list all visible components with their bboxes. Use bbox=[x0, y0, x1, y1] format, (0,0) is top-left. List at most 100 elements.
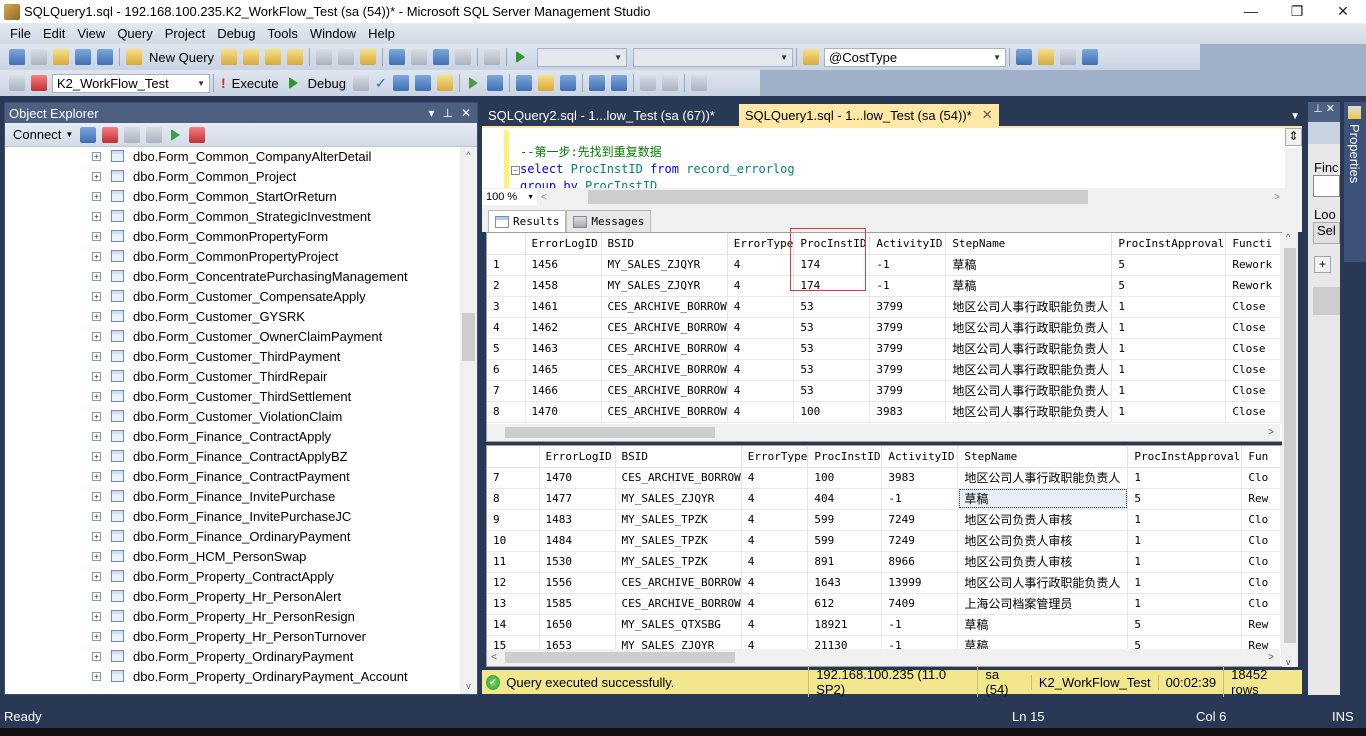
column-header[interactable]: StepName bbox=[957, 446, 1129, 468]
tree-node-table[interactable]: + dbo.Form_Customer_OwnerClaimPayment bbox=[5, 326, 477, 346]
tree-node-table[interactable]: + dbo.Form_Finance_ContractApplyBZ bbox=[5, 446, 477, 466]
filter-icon[interactable] bbox=[146, 126, 163, 143]
grid-cell[interactable]: 1 bbox=[1111, 338, 1227, 360]
restore-button[interactable]: ❐ bbox=[1274, 0, 1320, 23]
grid-cell[interactable]: Rework bbox=[1225, 254, 1287, 276]
results-grid-1[interactable]: ErrorLogID BSID ErrorType ProcInstID Activit… bbox=[486, 232, 1298, 442]
row-number[interactable]: 11 bbox=[487, 551, 540, 573]
grid-cell[interactable]: 1530 bbox=[539, 551, 616, 573]
column-header[interactable]: BSID bbox=[615, 446, 742, 468]
zoom-combo[interactable]: 100 % ▼ bbox=[482, 189, 537, 205]
pin-icon[interactable]: ⊥ bbox=[442, 106, 452, 120]
grid-cell[interactable]: Clo bbox=[1241, 551, 1283, 573]
scroll-down-icon[interactable]: v bbox=[460, 678, 477, 694]
cancel-query-icon[interactable] bbox=[352, 75, 369, 91]
expand-plus-icon[interactable]: + bbox=[92, 631, 101, 641]
expand-plus-icon[interactable]: + bbox=[92, 191, 101, 201]
table-row[interactable]: 5 1463 CES_ARCHIVE_BORROW 4 53 3799 地区公司人事行政职能… bbox=[487, 338, 1287, 360]
column-header[interactable]: ErrorLogID bbox=[525, 233, 602, 255]
scroll-right-icon[interactable]: > bbox=[1268, 649, 1274, 666]
row-number[interactable]: 14 bbox=[487, 614, 540, 636]
menu-file[interactable]: File bbox=[4, 26, 37, 41]
grid-cell[interactable]: 1477 bbox=[539, 488, 616, 510]
grid-cell[interactable]: 草稿 bbox=[957, 488, 1129, 510]
tree-node-table[interactable]: + dbo.Form_Common_StrategicInvestment bbox=[5, 206, 477, 226]
uncomment-lines-icon[interactable] bbox=[610, 75, 627, 91]
grid-cell[interactable]: 地区公司负责人审核 bbox=[957, 530, 1129, 552]
expand-plus-icon[interactable]: + bbox=[92, 451, 101, 461]
table-row[interactable]: 7 1470 CES_ARCHIVE_BORROW 4 100 3983 地区公司人事行政职… bbox=[487, 467, 1283, 489]
scrollbar-thumb[interactable] bbox=[462, 313, 475, 361]
grid-cell[interactable]: 4 bbox=[741, 551, 809, 573]
grid-cell[interactable]: 4 bbox=[741, 572, 809, 594]
scrollbar-thumb[interactable] bbox=[505, 652, 735, 663]
grid-cell[interactable]: Clo bbox=[1241, 530, 1283, 552]
row-number[interactable]: 3 bbox=[487, 296, 526, 318]
grid-cell[interactable]: MY_SALES_ZJQYR bbox=[601, 254, 728, 276]
solution-config-combo[interactable]: ▼ bbox=[537, 47, 628, 67]
comment-lines-icon[interactable] bbox=[588, 75, 605, 91]
grid-cell[interactable]: 7249 bbox=[881, 509, 959, 531]
activity-monitor-icon[interactable] bbox=[484, 49, 501, 65]
expand-plus-icon[interactable]: + bbox=[92, 411, 101, 421]
new-project-icon[interactable] bbox=[9, 49, 25, 65]
table-row[interactable]: 10 1484 MY_SALES_TPZK 4 599 7249 地区公司负责人审核 1 Clo bbox=[487, 530, 1283, 552]
grid-cell[interactable]: 3983 bbox=[881, 467, 959, 489]
grid-cell[interactable]: 3983 bbox=[869, 401, 947, 423]
column-header[interactable] bbox=[487, 233, 526, 255]
menu-debug[interactable]: Debug bbox=[211, 26, 261, 41]
table-row[interactable]: 14 1650 MY_SALES_QTXSBG 4 18921 -1 草稿 5 Rew bbox=[487, 614, 1283, 636]
table-row[interactable]: 13 1585 CES_ARCHIVE_BORROW 4 612 7409 上海公司档案管理… bbox=[487, 593, 1283, 615]
scroll-down-icon[interactable]: v bbox=[1286, 657, 1291, 667]
grid-cell[interactable]: 地区公司负责人审核 bbox=[957, 509, 1129, 531]
grid-cell[interactable]: 3799 bbox=[869, 317, 947, 339]
grid-cell[interactable]: MY_SALES_TPZK bbox=[615, 530, 742, 552]
grid-cell[interactable]: 4 bbox=[727, 380, 795, 402]
grid-cell[interactable]: 地区公司人事行政职能负责人 bbox=[957, 572, 1129, 594]
tab-sqlquery2[interactable]: SQLQuery2.sql - 1...low_Test (sa (67))* bbox=[482, 104, 721, 126]
pin-icon[interactable]: ⊥ bbox=[1313, 103, 1323, 115]
grid-cell[interactable]: 1484 bbox=[539, 530, 616, 552]
grid-cell[interactable]: 53 bbox=[793, 338, 871, 360]
expand-plus-icon[interactable]: + bbox=[92, 291, 101, 301]
grid-cell[interactable]: 1 bbox=[1111, 401, 1227, 423]
grid-cell[interactable]: 4 bbox=[727, 296, 795, 318]
grid-cell[interactable]: 1466 bbox=[525, 380, 602, 402]
object-explorer-details-icon[interactable] bbox=[1082, 49, 1099, 65]
grid-cell[interactable]: 1465 bbox=[525, 359, 602, 381]
grid-cell[interactable]: 草稿 bbox=[945, 275, 1113, 297]
connect-icon[interactable] bbox=[9, 75, 25, 91]
window-position-dropdown-icon[interactable]: ▾ bbox=[428, 106, 434, 120]
menu-query[interactable]: Query bbox=[111, 26, 158, 41]
tab-list-dropdown-icon[interactable]: ▼ bbox=[1290, 111, 1304, 126]
grid-cell[interactable]: 1458 bbox=[525, 275, 602, 297]
tree-node-table[interactable]: + dbo.Form_Property_Hr_PersonResign bbox=[5, 606, 477, 626]
grid-cell[interactable]: 7249 bbox=[881, 530, 959, 552]
grid-cell[interactable]: 4 bbox=[741, 530, 809, 552]
object-explorer-scrollbar[interactable]: ^ v bbox=[460, 147, 477, 694]
grid-cell[interactable]: 1 bbox=[1127, 509, 1243, 531]
grid-cell[interactable]: 地区公司人事行政职能负责人 bbox=[945, 317, 1113, 339]
grid-cell[interactable]: MY_SALES_ZJQYR bbox=[601, 275, 728, 297]
results-pane-scrollbar[interactable]: ^ v bbox=[1282, 232, 1298, 667]
query-designer-icon[interactable] bbox=[414, 75, 431, 91]
tree-node-table[interactable]: + dbo.Form_Finance_OrdinaryPayment bbox=[5, 526, 477, 546]
minimize-button[interactable]: — bbox=[1228, 0, 1274, 23]
grid-cell[interactable]: 4 bbox=[727, 401, 795, 423]
grid-cell[interactable]: 4 bbox=[741, 488, 809, 510]
grid-cell[interactable]: CES_ARCHIVE_BORROW bbox=[601, 380, 728, 402]
tree-node-table[interactable]: + dbo.Form_Customer_ThirdSettlement bbox=[5, 386, 477, 406]
grid-cell[interactable]: -1 bbox=[869, 275, 947, 297]
tree-node-table[interactable]: + dbo.Form_Customer_ViolationClaim bbox=[5, 406, 477, 426]
grid-cell[interactable]: 1470 bbox=[539, 467, 616, 489]
grid-cell[interactable]: 13999 bbox=[881, 572, 959, 594]
copy-icon[interactable] bbox=[338, 49, 355, 65]
table-row[interactable]: 6 1465 CES_ARCHIVE_BORROW 4 53 3799 地区公司人事行政职能… bbox=[487, 359, 1287, 381]
tree-node-table[interactable]: + dbo.Form_Finance_InvitePurchase bbox=[5, 486, 477, 506]
tree-node-table[interactable]: + dbo.Form_Customer_ThirdPayment bbox=[5, 346, 477, 366]
save-icon[interactable] bbox=[75, 49, 91, 65]
undo-icon[interactable] bbox=[389, 49, 406, 65]
grid-cell[interactable]: Close bbox=[1225, 296, 1287, 318]
split-window-icon[interactable]: ⇕ bbox=[1285, 128, 1302, 146]
available-databases-combo[interactable]: K2_WorkFlow_Test ▼ bbox=[52, 73, 210, 93]
